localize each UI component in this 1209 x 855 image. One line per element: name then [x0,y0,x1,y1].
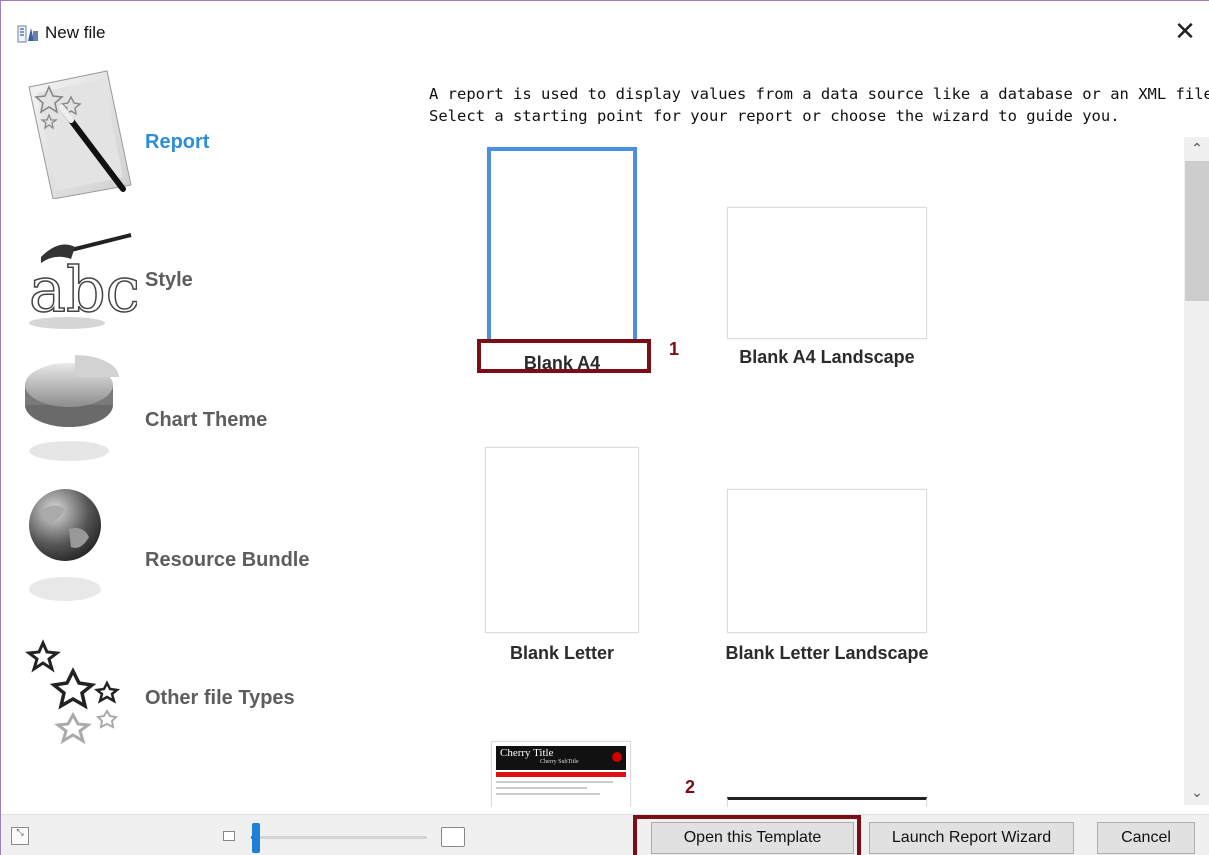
template-label: Blank A4 Landscape [727,347,927,368]
zoom-large-icon [441,827,465,847]
zoom-small-icon [223,831,235,841]
window-title: New file [45,23,106,42]
template-partial[interactable] [727,797,927,807]
template-grid: Blank A4 Blank A4 Landscape Blank Letter… [429,137,1179,807]
template-thumbnail: Cherry Title Cherry SubTitle [491,741,631,807]
template-label: Blank Letter Landscape [713,643,941,664]
cherry-header: Cherry Title Cherry SubTitle [496,746,626,770]
globe-icon [29,489,101,601]
svg-text:abc: abc [29,253,137,326]
cherry-line [496,787,587,789]
description: A report is used to display values from … [429,83,1209,127]
template-blank-a4-landscape[interactable]: Blank A4 Landscape [727,207,927,373]
scroll-down-icon[interactable]: ⌄ [1184,781,1209,805]
description-line-2: Select a starting point for your report … [429,107,1120,125]
expand-icon[interactable]: ⤡ [11,827,29,845]
launch-report-wizard-button[interactable]: Launch Report Wizard [869,822,1074,854]
annotation-number-1: 1 [669,339,680,359]
bottom-bar: ⤡ Open this Template Launch Report Wizar… [1,814,1209,855]
template-blank-letter[interactable]: Blank Letter [485,447,639,667]
close-button[interactable]: ✕ [1167,15,1203,51]
template-thumbnail [485,447,639,633]
cherry-subtitle: Cherry SubTitle [540,759,579,765]
cherry-icon [612,752,622,762]
nav-item-chart-theme[interactable]: Chart Theme [13,343,413,481]
template-thumbnail [727,207,927,339]
annotation-box-1 [477,339,651,373]
new-file-dialog: New file ✕ Report abc Style Chart Theme … [0,0,1209,855]
nav-item-label-chart-theme: Chart Theme [145,409,268,431]
title-bar: New file ✕ [1,1,1209,63]
zoom-slider-thumb[interactable] [252,823,260,853]
stars-icon [25,639,121,745]
pie-chart-icon [25,355,119,461]
template-thumbnail [727,489,927,633]
cancel-button[interactable]: Cancel [1097,822,1195,854]
template-blank-letter-landscape[interactable]: Blank Letter Landscape [713,489,941,667]
nav-item-style[interactable]: abc Style [13,205,413,343]
template-thumbnail [487,147,637,343]
nav-item-other-file-types[interactable]: Other file Types [13,619,413,757]
scroll-up-icon[interactable]: ⌃ [1184,137,1209,161]
template-thumbnail [727,797,927,807]
nav-item-label-resource-bundle: Resource Bundle [145,549,310,571]
scrollbar-thumb[interactable] [1185,161,1209,301]
cherry-line [496,781,613,783]
app-icon [17,25,38,43]
zoom-slider-track[interactable] [251,836,427,839]
annotation-number-2: 2 [685,777,696,797]
nav-item-report[interactable]: Report [13,67,413,205]
template-label: Blank Letter [485,643,639,664]
file-type-nav: Report abc Style Chart Theme Resource Bu… [13,67,413,813]
style-abc-brush-icon: abc [28,233,137,329]
cherry-line [496,793,600,795]
template-cherry[interactable]: Cherry Title Cherry SubTitle [491,741,631,807]
annotation-box-2 [633,815,861,855]
nav-item-label-report: Report [145,131,210,153]
nav-item-label-style: Style [145,269,193,291]
vertical-scrollbar[interactable]: ⌃ ⌄ [1184,137,1209,805]
cherry-band [496,772,626,777]
nav-item-resource-bundle[interactable]: Resource Bundle [13,481,413,619]
cherry-title: Cherry Title [500,747,554,759]
description-line-1: A report is used to display values from … [429,85,1209,103]
nav-item-label-other-file-types: Other file Types [145,687,295,709]
report-wand-icon [28,70,132,199]
